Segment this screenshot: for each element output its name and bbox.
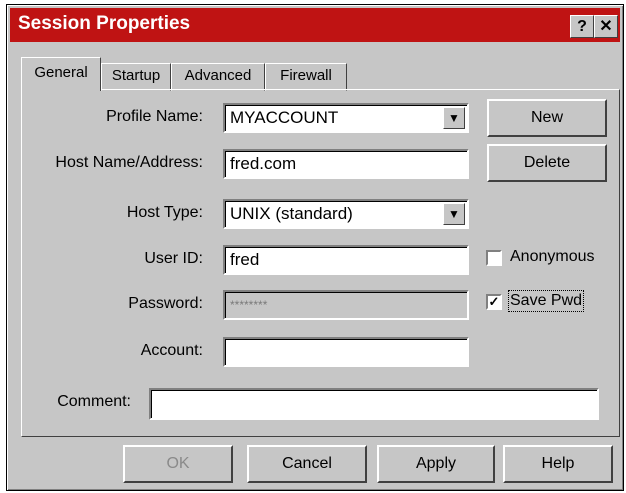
help-footer-button[interactable]: Help bbox=[503, 445, 613, 483]
window-title: Session Properties bbox=[18, 13, 191, 34]
help-button[interactable]: ? bbox=[570, 15, 594, 38]
close-button[interactable]: ✕ bbox=[594, 15, 618, 38]
tab-firewall[interactable]: Firewall bbox=[265, 63, 347, 91]
session-properties-dialog: Session Properties ? ✕ General Startup A… bbox=[6, 4, 624, 491]
title-bar[interactable]: Session Properties ? ✕ bbox=[10, 8, 620, 42]
tab-general[interactable]: General bbox=[21, 57, 101, 91]
cancel-button[interactable]: Cancel bbox=[247, 445, 367, 483]
tab-startup[interactable]: Startup bbox=[101, 63, 171, 91]
apply-button[interactable]: Apply bbox=[377, 445, 495, 483]
general-panel bbox=[21, 89, 620, 437]
ok-button[interactable]: OK bbox=[123, 445, 233, 483]
tab-advanced[interactable]: Advanced bbox=[171, 63, 265, 91]
